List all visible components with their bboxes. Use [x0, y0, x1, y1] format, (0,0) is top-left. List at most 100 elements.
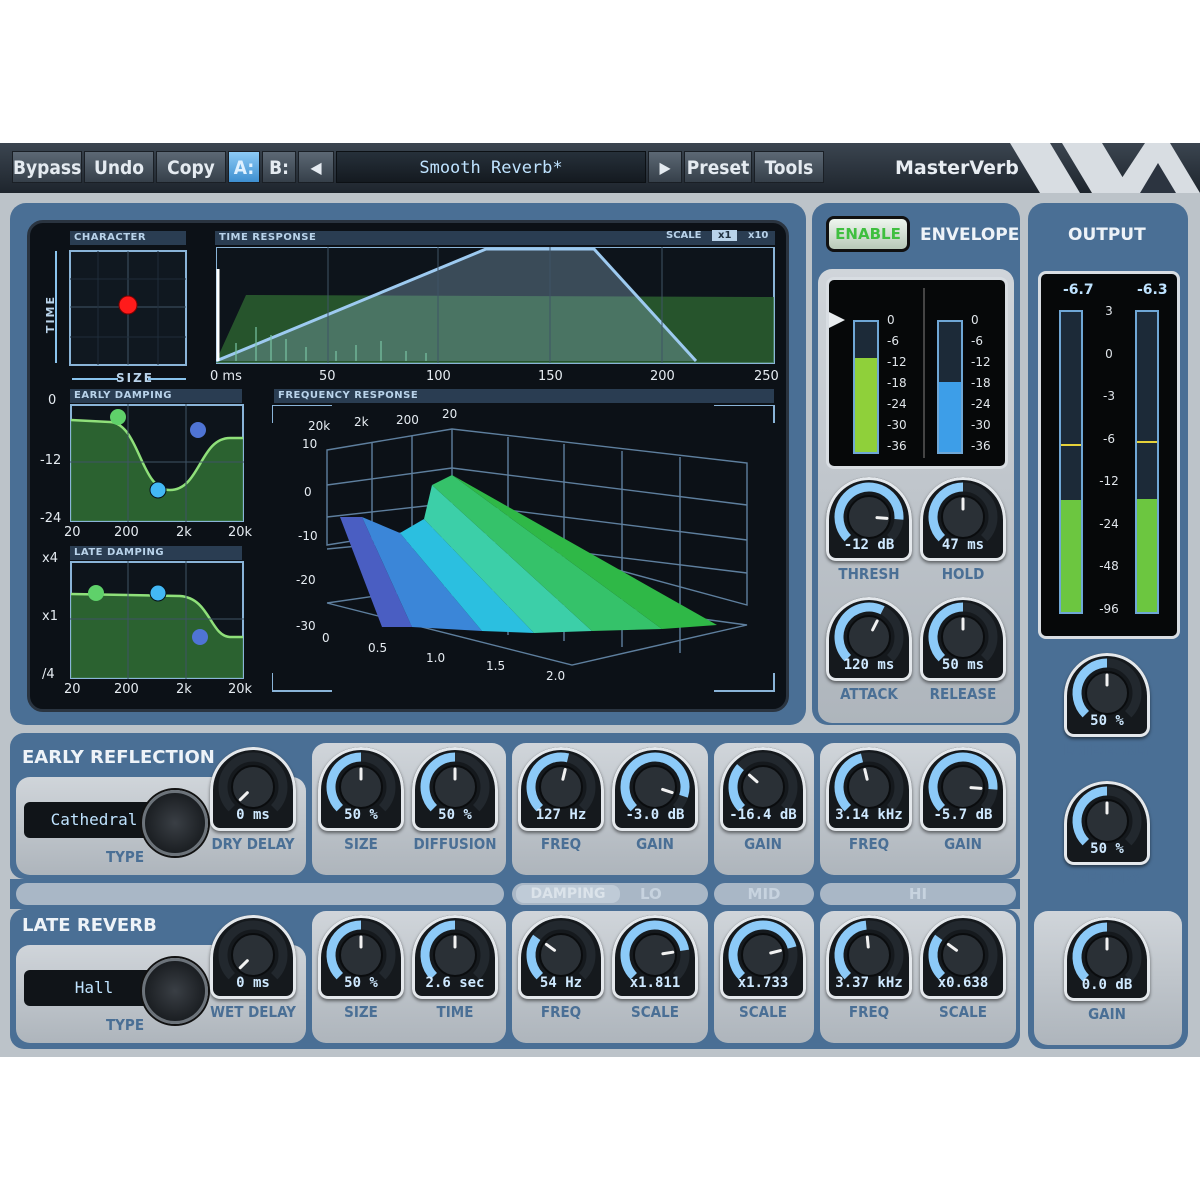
output-meter-tick: -48 — [1099, 559, 1119, 573]
envelope-meter-tick: -36 — [887, 439, 907, 453]
tools-menu-button[interactable]: Tools — [754, 151, 824, 183]
envelope-release-knob[interactable]: 50 ms — [920, 597, 1006, 681]
time-axis-1-5: 1.5 — [486, 659, 506, 673]
er-lo-gain-knob[interactable]: -3.0 dB — [612, 747, 698, 831]
lr-mid-scale-value: x1.733 — [737, 975, 789, 991]
early-damping-x-20: 20 — [64, 525, 81, 540]
scale-x1-button[interactable]: x1 — [712, 230, 738, 241]
wet-delay-knob[interactable]: 0 ms — [210, 915, 296, 999]
left-peak-value: -6.7 — [1063, 282, 1094, 298]
er-diffusion-knob[interactable]: 50 % — [412, 747, 498, 831]
output-meter-tick: -96 — [1099, 601, 1119, 616]
late-damping-title: LATE DAMPING — [70, 546, 242, 560]
early-damping-plot[interactable] — [70, 404, 244, 522]
wet-dry-knob[interactable]: 50 % — [1064, 781, 1150, 865]
damping-label: DAMPING — [514, 883, 622, 905]
early-mid-handle[interactable] — [149, 481, 167, 499]
scale-x10-button[interactable]: x10 — [748, 230, 768, 241]
graph-display: CHARACTER TIME SIZE TIME RESPONSE SCALE … — [27, 220, 789, 712]
b-slot-button[interactable]: B: — [262, 151, 296, 183]
frequency-response-3d-plot — [272, 405, 775, 692]
db-tick-10: 10 — [302, 437, 318, 451]
output-meter-tick: 0 — [1105, 346, 1113, 361]
output-meter-tick: -6 — [1103, 431, 1115, 446]
er-hi-gain-knob[interactable]: -5.7 dB — [920, 747, 1006, 831]
next-preset-icon[interactable]: ▶ — [648, 151, 682, 183]
time-tick-250: 250 — [754, 369, 779, 384]
time-axis-1-0: 1.0 — [426, 651, 446, 665]
output-gain-label: GAIN — [1088, 1005, 1126, 1023]
threshold-marker-icon[interactable] — [829, 312, 845, 328]
prev-preset-icon[interactable]: ◀ — [298, 151, 334, 183]
envelope-attack-label: ATTACK — [840, 685, 898, 703]
envelope-attack-knob[interactable]: 120 ms — [826, 597, 912, 681]
lr-lo-freq-knob[interactable]: 54 Hz — [518, 915, 604, 999]
er-hi-gain-value: -5.7 dB — [933, 807, 993, 823]
envelope-enable-button[interactable]: ENABLE — [826, 216, 910, 252]
envelope-attack-value: 120 ms — [843, 657, 895, 673]
time-axis-0-5: 0.5 — [368, 641, 388, 655]
late-damping-x-20k: 20k — [228, 682, 253, 697]
time-tick-0: 0 ms — [210, 369, 242, 384]
left-output-meter — [1059, 310, 1083, 614]
early-hi-handle[interactable] — [190, 422, 206, 438]
freq-tick-20k: 20k — [308, 419, 331, 433]
er-mid-gain-knob[interactable]: -16.4 dB — [720, 747, 806, 831]
db-tick-minus30: -30 — [296, 619, 316, 633]
undo-button[interactable]: Undo — [84, 151, 154, 183]
output-gain-value: 0.0 dB — [1081, 977, 1133, 993]
envelope-meter-tick: -18 — [971, 376, 991, 390]
er-lo-gain-label: GAIN — [636, 835, 674, 853]
envelope-hold-knob[interactable]: 47 ms — [920, 477, 1006, 561]
right-output-meter — [1135, 310, 1159, 614]
character-point[interactable] — [118, 295, 138, 315]
envelope-title: ENVELOPE — [920, 225, 1020, 245]
lr-hi-freq-value: 3.37 kHz — [835, 975, 903, 991]
envelope-meter-tick: -24 — [887, 397, 907, 411]
lr-lo-scale-value: x1.811 — [629, 975, 681, 991]
lr-lo-scale-knob[interactable]: x1.811 — [612, 915, 698, 999]
preset-menu-button[interactable]: Preset — [684, 151, 752, 183]
damping-bar-left — [16, 883, 504, 905]
lr-size-value: 50 % — [344, 975, 378, 991]
er-size-label: SIZE — [344, 835, 378, 853]
toolbar: Bypass Undo Copy A: B: ◀ Smooth Reverb* … — [0, 143, 1200, 195]
lr-hi-freq-label: FREQ — [848, 1003, 890, 1021]
er-lo-freq-knob[interactable]: 127 Hz — [518, 747, 604, 831]
er-hi-freq-value: 3.14 kHz — [835, 807, 903, 823]
lr-hi-scale-knob[interactable]: x0.638 — [920, 915, 1006, 999]
late-early-knob[interactable]: 50 % — [1064, 653, 1150, 737]
lr-hi-freq-knob[interactable]: 3.37 kHz — [826, 915, 912, 999]
waves-logo-icon — [1010, 143, 1200, 193]
late-damping-x-2k: 2k — [176, 682, 192, 697]
time-tick-150: 150 — [538, 369, 563, 384]
er-size-knob[interactable]: 50 % — [318, 747, 404, 831]
dry-delay-knob[interactable]: 0 ms — [210, 747, 296, 831]
preset-name-field[interactable]: Smooth Reverb* — [336, 151, 646, 183]
envelope-meter-tick: -12 — [887, 355, 907, 369]
lr-mid-scale-knob[interactable]: x1.733 — [720, 915, 806, 999]
late-hi-handle[interactable] — [192, 629, 208, 645]
early-damping-x-20k: 20k — [228, 525, 253, 540]
output-gain-knob[interactable]: 0.0 dB — [1064, 917, 1150, 1001]
a-slot-button[interactable]: A: — [228, 151, 260, 183]
lr-time-knob[interactable]: 2.6 sec — [412, 915, 498, 999]
late-lo-handle[interactable] — [88, 585, 104, 601]
damping-hi-label: HI — [820, 883, 1016, 905]
er-hi-freq-knob[interactable]: 3.14 kHz — [826, 747, 912, 831]
lr-type-selector-knob[interactable] — [142, 958, 208, 1024]
dry-delay-value: 0 ms — [236, 807, 270, 823]
bypass-button[interactable]: Bypass — [12, 151, 82, 183]
wet-dry-value: 50 % — [1090, 841, 1124, 857]
er-type-selector-knob[interactable] — [142, 790, 208, 856]
copy-button[interactable]: Copy — [156, 151, 226, 183]
er-hi-freq-label: FREQ — [848, 835, 890, 853]
envelope-meters: 0 -6 -12 -18 -24 -30 -36 0 -6 -12 -18 -24 -30 -36 — [826, 277, 1008, 469]
envelope-thresh-knob[interactable]: -12 dB — [826, 477, 912, 561]
late-mid-handle[interactable] — [149, 584, 167, 602]
lr-size-knob[interactable]: 50 % — [318, 915, 404, 999]
late-damping-plot[interactable] — [70, 561, 244, 679]
early-lo-handle[interactable] — [110, 409, 126, 425]
output-meter-tick: 3 — [1105, 304, 1113, 318]
envelope-meter-tick: 0 — [971, 313, 979, 327]
